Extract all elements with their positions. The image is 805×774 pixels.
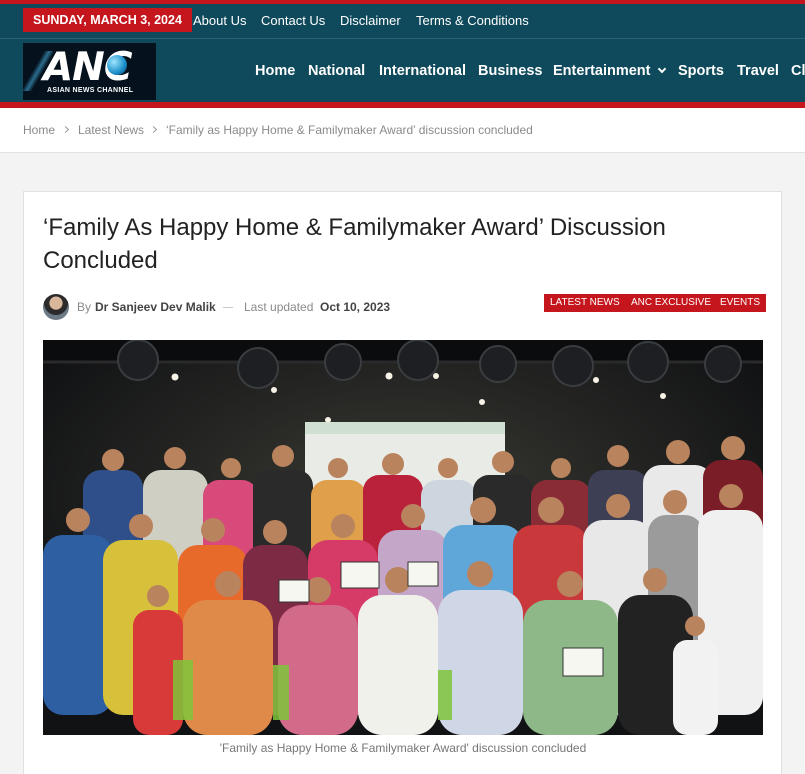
group-photo-illustration <box>43 340 763 735</box>
nav-item-cl[interactable]: Cl <box>791 39 805 103</box>
tag-anc-exclusive[interactable]: ANC EXCLUSIVE <box>625 294 718 312</box>
chevron-down-icon <box>657 64 666 74</box>
top-link-about-us[interactable]: About Us <box>193 4 246 38</box>
tag-events[interactable]: EVENTS <box>714 294 767 312</box>
featured-image <box>43 340 763 735</box>
meta-divider <box>223 307 233 308</box>
nav-item-sports[interactable]: Sports <box>678 39 724 103</box>
main-navbar: ANC ASIAN NEWS CHANNEL Home National Int… <box>0 38 805 102</box>
byline-label: By <box>77 300 92 314</box>
nav-item-business[interactable]: Business <box>478 39 542 103</box>
nav-item-travel[interactable]: Travel <box>737 39 779 103</box>
site-logo[interactable]: ANC ASIAN NEWS CHANNEL <box>23 43 156 100</box>
last-updated-label: Last updated <box>244 300 314 314</box>
top-bar: SUNDAY, MARCH 3, 2024 About Us Contact U… <box>0 4 805 38</box>
image-caption: 'Family as Happy Home & Familymaker Awar… <box>219 741 587 755</box>
breadcrumb-home[interactable]: Home <box>23 123 55 137</box>
author-link[interactable]: Dr Sanjeev Dev Malik <box>95 300 216 314</box>
nav-item-international[interactable]: International <box>379 39 466 103</box>
chevron-right-icon <box>61 125 70 134</box>
nav-item-national[interactable]: National <box>308 39 365 103</box>
globe-icon <box>107 55 127 75</box>
nav-item-home[interactable]: Home <box>255 39 295 103</box>
chevron-right-icon <box>149 125 158 134</box>
logo-subtitle: ASIAN NEWS CHANNEL <box>47 87 134 94</box>
nav-item-entertainment[interactable]: Entertainment <box>553 39 666 103</box>
top-link-disclaimer[interactable]: Disclaimer <box>340 4 401 38</box>
top-link-contact-us[interactable]: Contact Us <box>261 4 325 38</box>
last-updated-date: Oct 10, 2023 <box>320 300 391 314</box>
breadcrumb-latest-news[interactable]: Latest News <box>78 123 144 137</box>
top-link-terms[interactable]: Terms & Conditions <box>416 4 529 38</box>
nav-item-entertainment-label: Entertainment <box>553 63 651 79</box>
article-card: ‘Family As Happy Home & Familymaker Awar… <box>23 191 782 774</box>
tag-latest-news[interactable]: LATEST NEWS <box>544 294 626 312</box>
breadcrumb-current: ‘Family as Happy Home & Familymaker Awar… <box>166 123 533 137</box>
date-badge: SUNDAY, MARCH 3, 2024 <box>23 8 192 32</box>
author-avatar[interactable] <box>43 294 69 320</box>
article-title: ‘Family As Happy Home & Familymaker Awar… <box>43 214 666 274</box>
breadcrumb: Home Latest News ‘Family as Happy Home &… <box>0 108 805 153</box>
